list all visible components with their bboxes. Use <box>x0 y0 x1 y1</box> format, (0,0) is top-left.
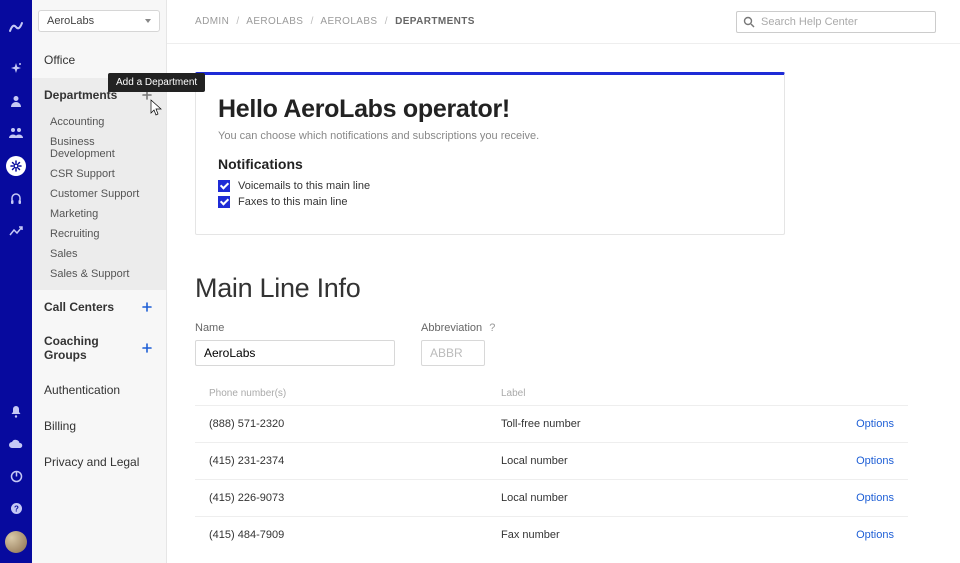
sidebar-item-office[interactable]: Office <box>32 42 166 78</box>
name-label: Name <box>195 322 395 334</box>
breadcrumb-seg[interactable]: AEROLABS <box>246 16 303 27</box>
main: ADMIN / AEROLABS / AEROLABS / DEPARTMENT… <box>167 0 960 563</box>
abbr-field: Abbreviation ? <box>421 322 495 366</box>
phone-table-head: Phone number(s) Label <box>195 382 908 405</box>
headset-icon[interactable] <box>7 190 25 208</box>
sidebar-item-authentication[interactable]: Authentication <box>32 372 166 408</box>
users-icon[interactable] <box>7 124 25 142</box>
chk-faxes-input[interactable] <box>218 196 230 208</box>
add-coaching-button[interactable] <box>141 341 154 355</box>
svg-text:?: ? <box>14 504 19 513</box>
topbar: ADMIN / AEROLABS / AEROLABS / DEPARTMENT… <box>167 0 960 44</box>
options-link[interactable]: Options <box>824 455 894 467</box>
phone-row: (888) 571-2320 Toll-free number Options <box>195 405 908 442</box>
breadcrumb-seg[interactable]: AEROLABS <box>320 16 377 27</box>
col-options <box>824 388 894 399</box>
user-icon[interactable] <box>7 92 25 110</box>
chevron-down-icon <box>145 19 151 23</box>
chk-label: Voicemails to this main line <box>238 180 370 192</box>
notifications-header: Notifications <box>218 156 762 172</box>
dept-item[interactable]: Business Development <box>32 132 166 164</box>
hero-card: Hello AeroLabs operator! You can choose … <box>195 72 785 235</box>
content: Hello AeroLabs operator! You can choose … <box>167 44 960 553</box>
trend-icon[interactable] <box>7 222 25 240</box>
breadcrumb-seg[interactable]: ADMIN <box>195 16 229 27</box>
org-select[interactable]: AeroLabs <box>38 10 160 32</box>
departments-list: Accounting Business Development CSR Supp… <box>32 112 166 290</box>
gear-icon[interactable] <box>6 156 26 176</box>
phone-row: (415) 231-2374 Local number Options <box>195 442 908 479</box>
icon-rail: ? <box>0 0 32 563</box>
col-phone: Phone number(s) <box>209 388 501 399</box>
add-department-button[interactable] <box>140 88 154 102</box>
hero-subtitle: You can choose which notifications and s… <box>218 130 762 142</box>
sidebar: AeroLabs Office Departments Accounting B… <box>32 0 167 563</box>
sidebar-group-label: Departments <box>44 88 117 102</box>
form-row: Name Abbreviation ? <box>195 322 960 366</box>
dept-item[interactable]: Customer Support <box>32 184 166 204</box>
help-icon[interactable]: ? <box>7 499 25 517</box>
power-icon[interactable] <box>7 467 25 485</box>
breadcrumb-sep: / <box>311 16 314 27</box>
chk-voicemails-input[interactable] <box>218 180 230 192</box>
sidebar-group-label: Coaching Groups <box>44 334 141 362</box>
sidebar-item-billing[interactable]: Billing <box>32 408 166 444</box>
dept-item[interactable]: Sales & Support <box>32 264 166 284</box>
dept-item[interactable]: CSR Support <box>32 164 166 184</box>
breadcrumb-sep: / <box>236 16 239 27</box>
phone-label: Fax number <box>501 529 824 541</box>
main-line-title: Main Line Info <box>195 273 960 304</box>
hero-title: Hello AeroLabs operator! <box>218 95 762 124</box>
search-box[interactable] <box>736 11 936 33</box>
search-input[interactable] <box>761 16 929 28</box>
name-field: Name <box>195 322 395 366</box>
dept-item[interactable]: Accounting <box>32 112 166 132</box>
phone-row: (415) 226-9073 Local number Options <box>195 479 908 516</box>
options-link[interactable]: Options <box>824 529 894 541</box>
phone-number: (415) 484-7909 <box>209 529 501 541</box>
add-callcenter-button[interactable] <box>140 300 154 314</box>
options-link[interactable]: Options <box>824 492 894 504</box>
phone-number: (888) 571-2320 <box>209 418 501 430</box>
sidebar-item-privacy[interactable]: Privacy and Legal <box>32 444 166 480</box>
sidebar-group-callcenters[interactable]: Call Centers <box>32 290 166 324</box>
sparkle-icon[interactable] <box>7 60 25 78</box>
phone-number: (415) 231-2374 <box>209 455 501 467</box>
dept-item[interactable]: Recruiting <box>32 224 166 244</box>
name-input[interactable] <box>195 340 395 366</box>
chk-voicemails[interactable]: Voicemails to this main line <box>218 180 762 192</box>
abbr-input[interactable] <box>421 340 485 366</box>
phone-number: (415) 226-9073 <box>209 492 501 504</box>
bell-icon[interactable] <box>7 403 25 421</box>
phone-label: Local number <box>501 455 824 467</box>
org-select-value: AeroLabs <box>47 15 94 27</box>
dept-item[interactable]: Marketing <box>32 204 166 224</box>
cloud-icon[interactable] <box>7 435 25 453</box>
help-icon[interactable]: ? <box>489 322 495 334</box>
sidebar-group-coaching[interactable]: Coaching Groups <box>32 324 166 372</box>
phone-label: Local number <box>501 492 824 504</box>
chk-faxes[interactable]: Faxes to this main line <box>218 196 762 208</box>
phone-label: Toll-free number <box>501 418 824 430</box>
chk-label: Faxes to this main line <box>238 196 347 208</box>
breadcrumb-sep: / <box>385 16 388 27</box>
phone-table: Phone number(s) Label (888) 571-2320 Tol… <box>195 382 908 553</box>
col-label: Label <box>501 388 824 399</box>
options-link[interactable]: Options <box>824 418 894 430</box>
logo-icon[interactable] <box>7 18 25 36</box>
abbr-label: Abbreviation ? <box>421 322 495 334</box>
phone-row: (415) 484-7909 Fax number Options <box>195 516 908 553</box>
avatar[interactable] <box>5 531 27 553</box>
sidebar-group-departments[interactable]: Departments <box>32 78 166 112</box>
abbr-label-text: Abbreviation <box>421 322 482 334</box>
dept-item[interactable]: Sales <box>32 244 166 264</box>
breadcrumb-current: DEPARTMENTS <box>395 16 475 27</box>
sidebar-group-label: Call Centers <box>44 300 114 314</box>
search-icon <box>743 16 755 28</box>
breadcrumb: ADMIN / AEROLABS / AEROLABS / DEPARTMENT… <box>195 16 475 27</box>
